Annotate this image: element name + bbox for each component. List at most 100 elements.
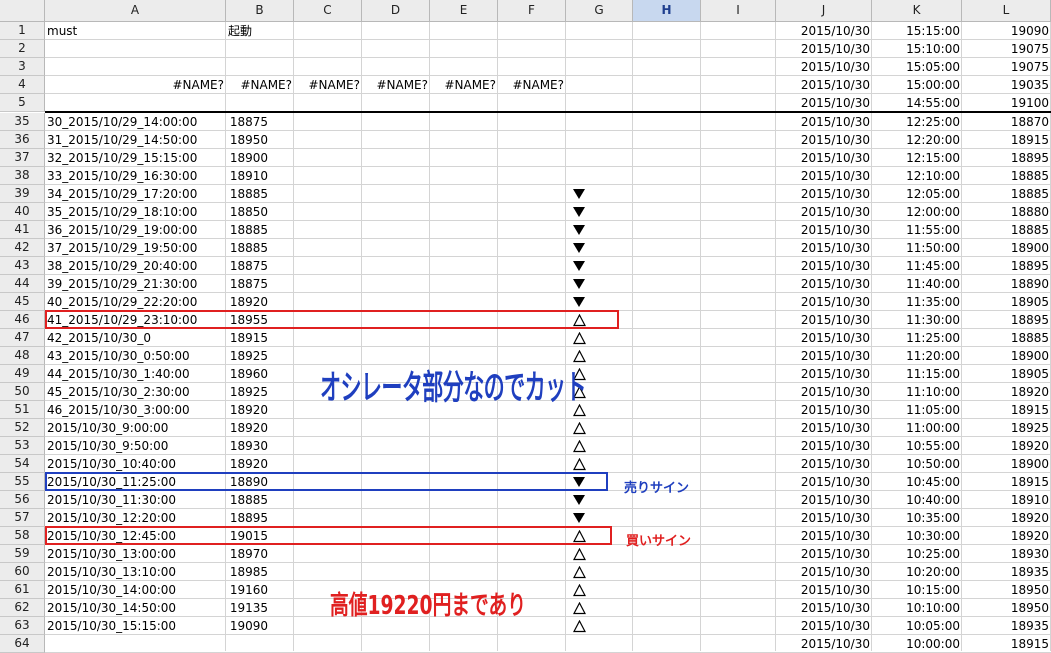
cell-j[interactable]: 2015/10/30 [776, 545, 872, 563]
row-header[interactable]: 56 [0, 491, 45, 509]
cell-j[interactable]: 2015/10/30 [776, 599, 872, 617]
cell-j[interactable]: 2015/10/30 [776, 185, 872, 203]
cell-b[interactable]: 18885 [226, 491, 270, 509]
row-header[interactable]: 48 [0, 347, 45, 365]
cell-b[interactable]: 18960 [226, 365, 270, 383]
row-header[interactable]: 42 [0, 239, 45, 257]
cell-a[interactable]: 2015/10/30_9:50:00 [45, 437, 226, 455]
row-header[interactable]: 57 [0, 509, 45, 527]
cell-a[interactable]: 38_2015/10/29_20:40:00 [45, 257, 226, 275]
cell-a[interactable]: 2015/10/30_11:30:00 [45, 491, 226, 509]
cell-l[interactable]: 18885 [962, 221, 1051, 239]
cell-k[interactable]: 12:15:00 [872, 149, 962, 167]
select-all-corner[interactable] [0, 0, 45, 22]
row-header[interactable]: 40 [0, 203, 45, 221]
cell-k[interactable]: 10:10:00 [872, 599, 962, 617]
row-header[interactable]: 4 [0, 76, 45, 94]
row-header[interactable]: 46 [0, 311, 45, 329]
row-header[interactable]: 5 [0, 94, 45, 112]
cell-l[interactable]: 18915 [962, 635, 1051, 653]
cell-b[interactable]: 18910 [226, 167, 270, 185]
cell-k[interactable]: 11:35:00 [872, 293, 962, 311]
cell-j[interactable]: 2015/10/30 [776, 239, 872, 257]
cell-a[interactable]: 2015/10/30_14:00:00 [45, 581, 226, 599]
column-header-l[interactable]: L [962, 0, 1051, 22]
cell-k[interactable]: 11:15:00 [872, 365, 962, 383]
row-header[interactable]: 49 [0, 365, 45, 383]
cell-j[interactable]: 2015/10/30 [776, 257, 872, 275]
cell-l[interactable]: 18935 [962, 617, 1051, 635]
cell-l[interactable]: 18900 [962, 455, 1051, 473]
cell-a[interactable]: 2015/10/30_13:00:00 [45, 545, 226, 563]
cell-l[interactable]: 18885 [962, 185, 1051, 203]
cell-b[interactable]: 18930 [226, 437, 270, 455]
cell-a[interactable]: 33_2015/10/29_16:30:00 [45, 167, 226, 185]
row-header[interactable]: 41 [0, 221, 45, 239]
cell-k[interactable]: 10:55:00 [872, 437, 962, 455]
cell-b[interactable]: 18850 [226, 203, 270, 221]
column-header-g[interactable]: G [566, 0, 633, 22]
cell-b[interactable]: 18925 [226, 383, 270, 401]
cell-a[interactable]: 32_2015/10/29_15:15:00 [45, 149, 226, 167]
cell-j[interactable]: 2015/10/30 [776, 617, 872, 635]
column-header-a[interactable]: A [45, 0, 226, 22]
column-header-f[interactable]: F [498, 0, 566, 22]
row-header[interactable]: 52 [0, 419, 45, 437]
cell-k[interactable]: 10:45:00 [872, 473, 962, 491]
column-header-e[interactable]: E [430, 0, 498, 22]
cell-j[interactable]: 2015/10/30 [776, 401, 872, 419]
cell-b[interactable]: 18985 [226, 563, 270, 581]
cell-l[interactable]: 18925 [962, 419, 1051, 437]
cell-l[interactable]: 18905 [962, 293, 1051, 311]
row-header[interactable]: 61 [0, 581, 45, 599]
cell-b[interactable]: 19135 [226, 599, 270, 617]
cell-l[interactable]: 19100 [962, 94, 1051, 112]
cell-d[interactable]: #NAME? [362, 76, 430, 94]
row-header[interactable]: 37 [0, 149, 45, 167]
cell-l[interactable]: 18950 [962, 599, 1051, 617]
cell-j[interactable]: 2015/10/30 [776, 40, 872, 58]
cell-k[interactable]: 11:05:00 [872, 401, 962, 419]
row-header[interactable]: 54 [0, 455, 45, 473]
cell-b[interactable]: 19160 [226, 581, 270, 599]
cell-j[interactable]: 2015/10/30 [776, 365, 872, 383]
cell-j[interactable]: 2015/10/30 [776, 221, 872, 239]
cell-e[interactable]: #NAME? [430, 76, 498, 94]
cell-l[interactable]: 19035 [962, 76, 1051, 94]
row-header[interactable]: 64 [0, 635, 45, 653]
cell-j[interactable]: 2015/10/30 [776, 311, 872, 329]
cell-b[interactable]: 18920 [226, 293, 270, 311]
cell-j[interactable]: 2015/10/30 [776, 527, 872, 545]
cell-a[interactable]: must [45, 22, 226, 40]
cell-k[interactable]: 11:00:00 [872, 419, 962, 437]
cell-l[interactable]: 18880 [962, 203, 1051, 221]
cell-j[interactable]: 2015/10/30 [776, 94, 872, 112]
cell-l[interactable]: 18930 [962, 545, 1051, 563]
cell-a[interactable]: 35_2015/10/29_18:10:00 [45, 203, 226, 221]
cell-k[interactable]: 14:55:00 [872, 94, 962, 112]
cell-l[interactable]: 18895 [962, 149, 1051, 167]
cell-l[interactable]: 18950 [962, 581, 1051, 599]
cell-b[interactable]: 18900 [226, 149, 270, 167]
cell-k[interactable]: 10:30:00 [872, 527, 962, 545]
cell-l[interactable]: 19075 [962, 58, 1051, 76]
cell-j[interactable]: 2015/10/30 [776, 113, 872, 131]
cell-a[interactable]: 2015/10/30_10:40:00 [45, 455, 226, 473]
cell-b[interactable]: 18915 [226, 329, 270, 347]
row-header[interactable]: 63 [0, 617, 45, 635]
cell-l[interactable]: 18910 [962, 491, 1051, 509]
cell-a[interactable]: 40_2015/10/29_22:20:00 [45, 293, 226, 311]
cell-a[interactable]: 36_2015/10/29_19:00:00 [45, 221, 226, 239]
cell-k[interactable]: 10:40:00 [872, 491, 962, 509]
cell-j[interactable]: 2015/10/30 [776, 275, 872, 293]
cell-k[interactable]: 11:10:00 [872, 383, 962, 401]
cell-a[interactable]: 34_2015/10/29_17:20:00 [45, 185, 226, 203]
row-header[interactable]: 44 [0, 275, 45, 293]
cell-l[interactable]: 18915 [962, 401, 1051, 419]
row-header[interactable]: 2 [0, 40, 45, 58]
cell-k[interactable]: 12:10:00 [872, 167, 962, 185]
cell-l[interactable]: 18900 [962, 239, 1051, 257]
cell-k[interactable]: 11:50:00 [872, 239, 962, 257]
cell-a[interactable]: 37_2015/10/29_19:50:00 [45, 239, 226, 257]
cell-j[interactable]: 2015/10/30 [776, 383, 872, 401]
